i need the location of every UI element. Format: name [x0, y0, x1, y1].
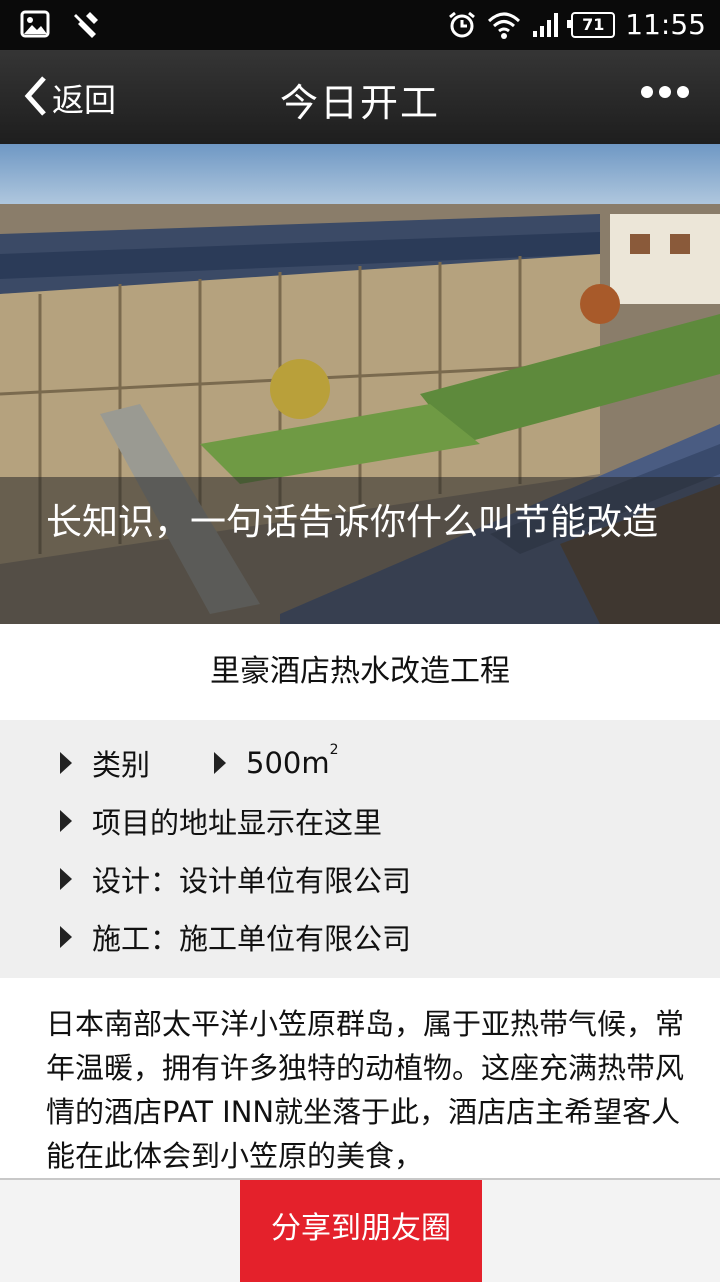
article-text: 日本南部太平洋小笠原群岛，属于亚热带气候，常年温暖，拥有许多独特的动植物。这座充…: [46, 1007, 685, 1173]
bottom-bar: 分享到朋友圈: [0, 1178, 720, 1282]
info-row-construction: 施工：施工单位有限公司: [60, 916, 411, 958]
address-text: 项目的地址显示在这里: [92, 806, 383, 840]
hero-caption: 长知识，一句话告诉你什么叫节能改造: [0, 477, 720, 624]
play-arrow-icon: [60, 868, 72, 890]
wifi-icon: [487, 11, 521, 39]
status-bar: 71 11:55: [0, 0, 720, 50]
hero-image[interactable]: 长知识，一句话告诉你什么叫节能改造: [0, 144, 720, 624]
play-arrow-icon: [60, 752, 72, 774]
category-label: 类别: [92, 748, 151, 782]
project-info: 类别 500m2 项目的地址显示在这里 设计：设计单位有限公司 施工：施工单位有…: [0, 720, 720, 978]
play-arrow-icon: [214, 752, 227, 774]
area-value: 500m2: [246, 742, 339, 780]
status-time: 11:55: [625, 8, 706, 41]
wrench-icon: [70, 10, 100, 40]
area-number: 500m: [246, 746, 330, 780]
play-arrow-icon: [60, 926, 72, 948]
project-title: 里豪酒店热水改造工程: [0, 624, 720, 720]
design-text: 设计：设计单位有限公司: [92, 864, 412, 898]
info-row-category: 类别 500m2: [60, 742, 339, 784]
more-dots-icon[interactable]: [640, 84, 690, 103]
page-title: 今日开工: [279, 81, 440, 125]
play-arrow-icon: [60, 810, 72, 832]
battery-icon: 71: [567, 11, 616, 38]
alarm-icon: [447, 10, 477, 40]
area-superscript: 2: [329, 742, 339, 759]
hero-caption-text: 长知识，一句话告诉你什么叫节能改造: [46, 502, 659, 543]
image-icon: [20, 10, 50, 40]
share-to-moments-button[interactable]: 分享到朋友圈: [240, 1180, 482, 1282]
info-row-design: 设计：设计单位有限公司: [60, 858, 411, 900]
info-row-address: 项目的地址显示在这里: [60, 800, 382, 842]
signal-icon: [531, 11, 561, 39]
nav-bar: 返回 今日开工: [0, 50, 720, 144]
construction-text: 施工：施工单位有限公司: [92, 922, 412, 956]
